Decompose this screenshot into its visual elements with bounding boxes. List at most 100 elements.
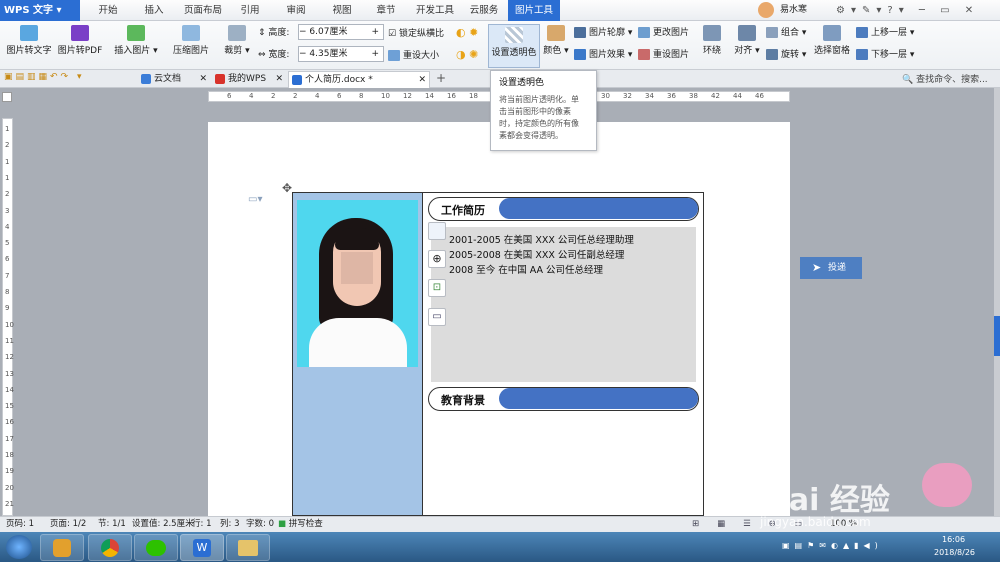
tab-cloud[interactable]: 云服务 — [464, 0, 504, 21]
tab-dev-tools[interactable]: 开发工具 — [412, 0, 458, 21]
paragraph-mark-icon[interactable]: ▭▾ — [248, 194, 262, 205]
group-button[interactable]: 组合 ▾ — [766, 25, 806, 38]
search-box[interactable]: 🔍 查找命令、搜索... — [902, 72, 988, 85]
set-transparent-button[interactable]: 设置透明色 — [488, 24, 540, 68]
user-name[interactable]: 易水寒 — [780, 0, 807, 21]
ruler-tick: 2 — [271, 92, 276, 100]
send-backward-button[interactable]: 下移一层 ▾ — [856, 47, 914, 60]
tab-insert[interactable]: 插入 — [136, 0, 172, 21]
tab-cloud-doc[interactable]: 云文档 ✕ — [138, 71, 210, 88]
ruler-tick: 15 — [5, 402, 14, 411]
ruler-tick: 2 — [5, 190, 10, 199]
profile-photo[interactable] — [297, 200, 418, 367]
work-history-box[interactable]: 2001-2005 在美国 XXX 公司任总经理助理 2005-2008 在美国… — [431, 227, 696, 382]
insert-pic-button[interactable]: 插入图片 ▾ — [112, 25, 160, 56]
tab-resume-doc[interactable]: 个人简历.docx * ✕ — [288, 71, 430, 88]
pic-effect-button[interactable]: 图片效果 ▾ — [574, 47, 632, 60]
height-input[interactable]: − 6.07厘米 + — [298, 24, 384, 40]
ruler-tick: 20 — [5, 483, 14, 492]
taskbar-chrome-icon[interactable] — [88, 534, 132, 561]
tooltip-title: 设置透明色 — [499, 78, 545, 88]
clock-date[interactable]: 2018/8/26 — [934, 548, 975, 557]
table-move-handle[interactable]: ✥ — [282, 181, 292, 195]
wrap-button[interactable]: 环绕 — [700, 25, 724, 56]
pic-to-pdf-button[interactable]: 图片转PDF — [56, 25, 104, 56]
ruler-tick: 34 — [645, 92, 654, 100]
width-input[interactable]: − 4.35厘米 + — [298, 46, 384, 62]
ruler-tick: 46 — [755, 92, 764, 100]
tab-picture-tools[interactable]: 图片工具 — [508, 0, 560, 21]
tab-view[interactable]: 视图 — [326, 0, 358, 21]
send-button[interactable]: ➤ 投递 — [800, 257, 862, 279]
vertical-scrollbar[interactable] — [994, 88, 1000, 516]
select-pane-button[interactable]: 选择窗格 — [812, 25, 852, 56]
frame-icon[interactable]: ▭ — [428, 308, 446, 326]
taskbar-explorer-icon[interactable] — [226, 534, 270, 561]
work-line: 2008 至今 在中国 AA 公司任总经理 — [449, 265, 604, 276]
reset-pic-button[interactable]: 重设图片 — [638, 47, 689, 60]
select-pane-icon — [823, 25, 841, 41]
section-work-header[interactable]: 工作简历 — [428, 197, 699, 221]
ruler-tick: 11 — [5, 336, 14, 345]
scrollbar-thumb[interactable] — [994, 316, 1000, 356]
spell-check[interactable]: ■ 拼写检查 — [278, 517, 323, 532]
crop-icon — [228, 25, 246, 41]
bring-forward-icon — [856, 27, 868, 38]
tooltip-desc-line: 击当前图形中的像素 — [499, 107, 571, 116]
tab-page-layout[interactable]: 页面布局 — [180, 0, 226, 21]
taskbar-wechat-icon[interactable] — [134, 534, 178, 561]
tray-icons[interactable]: ▣▤⚑✉◐▲▮◀) — [782, 541, 883, 550]
lock-ratio-checkbox[interactable]: ☑ 锁定纵横比 — [388, 26, 444, 39]
tab-chapter[interactable]: 章节 — [370, 0, 402, 21]
section-education-header[interactable]: 教育背景 — [428, 387, 699, 411]
cloud-doc-icon — [141, 74, 151, 84]
ruler-tick: 5 — [5, 239, 10, 248]
set-transparent-tooltip: 设置透明色 将当前图片透明化。单 击当前图形中的像素 时，持定颜色的所有像 素都… — [490, 70, 597, 151]
width-label: ⇔ 宽度: — [258, 50, 290, 60]
ruler-tick: 42 — [711, 92, 720, 100]
ruler-tick: 13 — [5, 369, 14, 378]
ruler-tick: 14 — [5, 385, 14, 394]
group-icon — [766, 27, 778, 38]
ruler-tick: 2 — [293, 92, 298, 100]
tab-start[interactable]: 开始 — [90, 0, 126, 21]
quick-access-toolbar[interactable]: ▣▤▥▦↶↷ ▾ — [4, 72, 84, 82]
status-words: 字数: 0 — [246, 519, 274, 529]
pic-to-text-button[interactable]: 图片转文字 — [4, 25, 54, 56]
pic-outline-button[interactable]: 图片轮廓 ▾ — [574, 25, 632, 38]
layout-options-icon[interactable] — [428, 222, 446, 240]
tab-review[interactable]: 审阅 — [280, 0, 312, 21]
ruler-tick: 4 — [5, 222, 10, 231]
taskbar-wps-icon[interactable]: W — [180, 534, 224, 561]
color-button[interactable]: 颜色 ▾ — [542, 25, 570, 56]
new-tab-button[interactable]: + — [436, 71, 446, 85]
ruler-corner[interactable] — [2, 92, 12, 102]
change-pic-button[interactable]: 更改图片 — [638, 25, 689, 38]
start-button[interactable] — [6, 535, 32, 559]
bring-forward-button[interactable]: 上移一层 ▾ — [856, 25, 914, 38]
taskbar-app-game[interactable] — [40, 534, 84, 561]
status-pages: 页面: 1/2 — [50, 519, 87, 529]
tab-reference[interactable]: 引用 — [234, 0, 266, 21]
window-controls[interactable]: ⚙▾✎▾?▾ ─ ▭ ✕ — [836, 0, 979, 21]
tooltip-desc-line: 时，持定颜色的所有像 — [499, 119, 579, 128]
contrast-button[interactable]: ◑ ✺ — [456, 48, 478, 61]
tab-my-wps[interactable]: 我的WPS ✕ — [212, 71, 286, 88]
ruler-tick: 10 — [381, 92, 390, 100]
status-page-no: 页码: 1 — [6, 519, 34, 529]
transparent-color-icon — [505, 27, 523, 43]
ruler-tick: 36 — [667, 92, 676, 100]
zoom-in-icon[interactable]: ⊕ — [428, 250, 446, 268]
compress-pic-button[interactable]: 压缩图片 — [170, 25, 212, 56]
height-label: ⇕ 高度: — [258, 28, 290, 38]
wps-menu-button[interactable]: WPS 文字 ▾ — [0, 0, 80, 21]
vertical-ruler[interactable]: 1 2 1 1 2 3 4 5 6 7 8 9 10 11 12 13 14 15 16 17 18 19 20 21 — [2, 118, 14, 516]
brightness-button[interactable]: ◐ ✹ — [456, 26, 478, 39]
rotate-button[interactable]: 旋转 ▾ — [766, 47, 806, 60]
crop-float-icon[interactable]: ⊡ — [428, 279, 446, 297]
align-button[interactable]: 对齐 ▾ — [732, 25, 762, 56]
reset-size-button[interactable]: 重设大小 — [388, 48, 439, 61]
crop-button[interactable]: 裁剪 ▾ — [222, 25, 252, 56]
avatar[interactable] — [758, 2, 774, 18]
menu-bar: WPS 文字 ▾ 开始 插入 页面布局 引用 审阅 视图 章节 开发工具 云服务… — [0, 0, 1000, 21]
